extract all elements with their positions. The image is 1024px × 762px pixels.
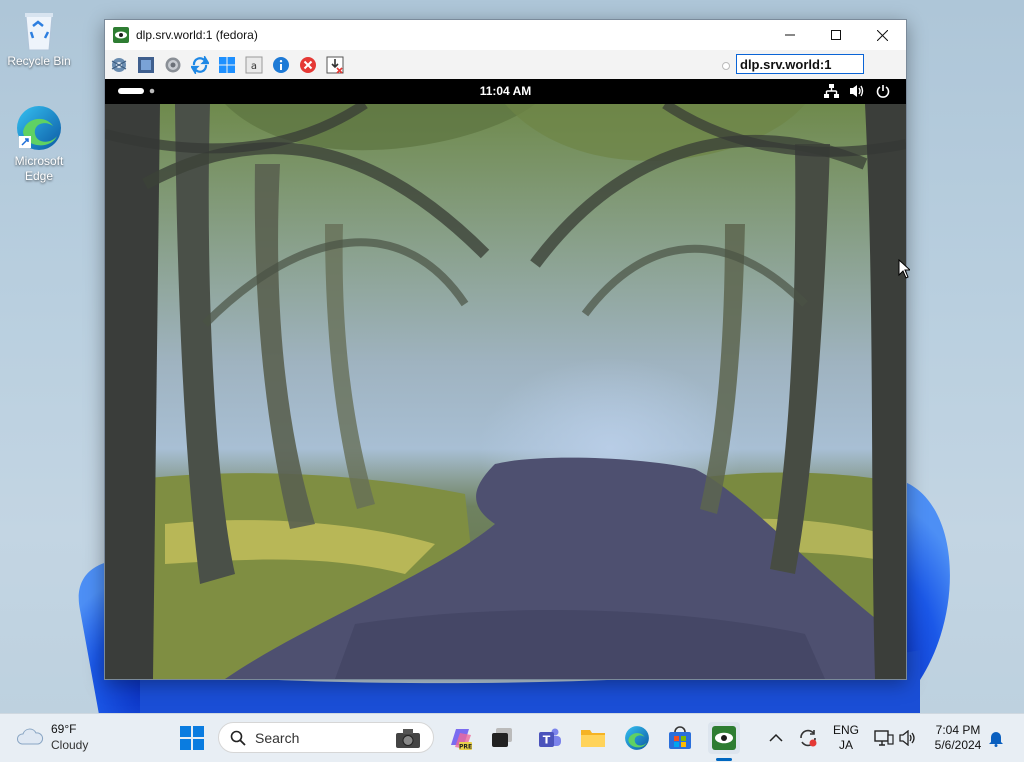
file-explorer-icon[interactable] <box>577 722 609 754</box>
vnc-eye-icon <box>113 27 129 43</box>
edge-icon <box>15 104 63 152</box>
edge-taskbar-icon[interactable] <box>621 722 653 754</box>
notification-bell-icon[interactable] <box>980 722 1012 754</box>
copilot-icon[interactable]: PRE <box>444 722 476 754</box>
info-icon[interactable] <box>271 55 291 75</box>
weather-temperature: 69°F <box>51 722 77 736</box>
alt-icon[interactable]: a <box>244 55 264 75</box>
mouse-cursor <box>898 259 910 279</box>
svg-text:a: a <box>251 61 257 72</box>
connection-indicator <box>722 62 730 70</box>
sync-icon[interactable] <box>792 722 824 754</box>
vnc-viewer-taskbar-icon[interactable] <box>708 722 740 754</box>
input-language[interactable]: ENG JA <box>826 723 866 753</box>
desktop-icon-edge[interactable]: Microsoft Edge <box>4 104 74 184</box>
refresh-icon[interactable] <box>190 55 210 75</box>
svg-text:PRE: PRE <box>459 744 472 751</box>
disconnect-icon[interactable] <box>298 55 318 75</box>
vnc-viewer-window: dlp.srv.world:1 (fedora) a dlp.srv.world… <box>104 19 907 680</box>
search-icon <box>230 730 246 746</box>
windows-logo-icon <box>180 726 204 750</box>
store-icon[interactable] <box>664 722 696 754</box>
maximize-button[interactable] <box>813 20 859 50</box>
teams-icon[interactable]: T <box>533 722 565 754</box>
window-titlebar[interactable]: dlp.srv.world:1 (fedora) <box>105 20 906 50</box>
edge-label-line1: Microsoft <box>14 154 64 168</box>
weather-condition: Cloudy <box>51 738 89 752</box>
gnome-top-bar: 11:04 AM <box>105 79 906 104</box>
recycle-bin-icon <box>21 8 57 52</box>
file-transfer-icon[interactable] <box>325 55 345 75</box>
minimize-button[interactable] <box>767 20 813 50</box>
taskbar: 69°F Cloudy Search PRE T ENG JA 7:04 PM … <box>0 713 1024 762</box>
windows-key-icon[interactable] <box>217 55 237 75</box>
remote-clock[interactable]: 11:04 AM <box>105 84 906 98</box>
desktop-icon-recycle-bin[interactable]: Recycle Bin <box>4 8 74 69</box>
remote-desktop-screen[interactable]: 11:04 AM <box>105 79 906 679</box>
desktop-wallpaper-forest-path <box>105 104 906 679</box>
power-icon[interactable] <box>876 84 890 103</box>
options-icon[interactable] <box>109 55 129 75</box>
edge-label-line2: Edge <box>24 169 54 183</box>
vnc-toolbar: a dlp.srv.world:1 <box>105 50 906 80</box>
fullscreen-icon[interactable] <box>136 55 156 75</box>
svg-text:T: T <box>543 734 551 747</box>
taskbar-search[interactable]: Search <box>218 722 434 753</box>
hostname-field[interactable]: dlp.srv.world:1 <box>736 54 864 74</box>
speaker-icon[interactable] <box>892 722 924 754</box>
start-button[interactable] <box>176 722 208 754</box>
task-view-icon[interactable] <box>486 722 518 754</box>
settings-icon[interactable] <box>163 55 183 75</box>
language-line2: JA <box>838 738 853 752</box>
close-button[interactable] <box>859 20 905 50</box>
camera-icon <box>396 729 420 748</box>
volume-icon[interactable] <box>850 84 865 103</box>
cloud-icon <box>16 728 44 745</box>
search-label: Search <box>255 730 300 746</box>
language-line1: ENG <box>832 723 859 737</box>
window-title: dlp.srv.world:1 (fedora) <box>136 28 258 42</box>
chevron-up-icon[interactable] <box>760 722 792 754</box>
network-icon[interactable] <box>824 84 839 103</box>
recycle-bin-label: Recycle Bin <box>7 54 71 68</box>
